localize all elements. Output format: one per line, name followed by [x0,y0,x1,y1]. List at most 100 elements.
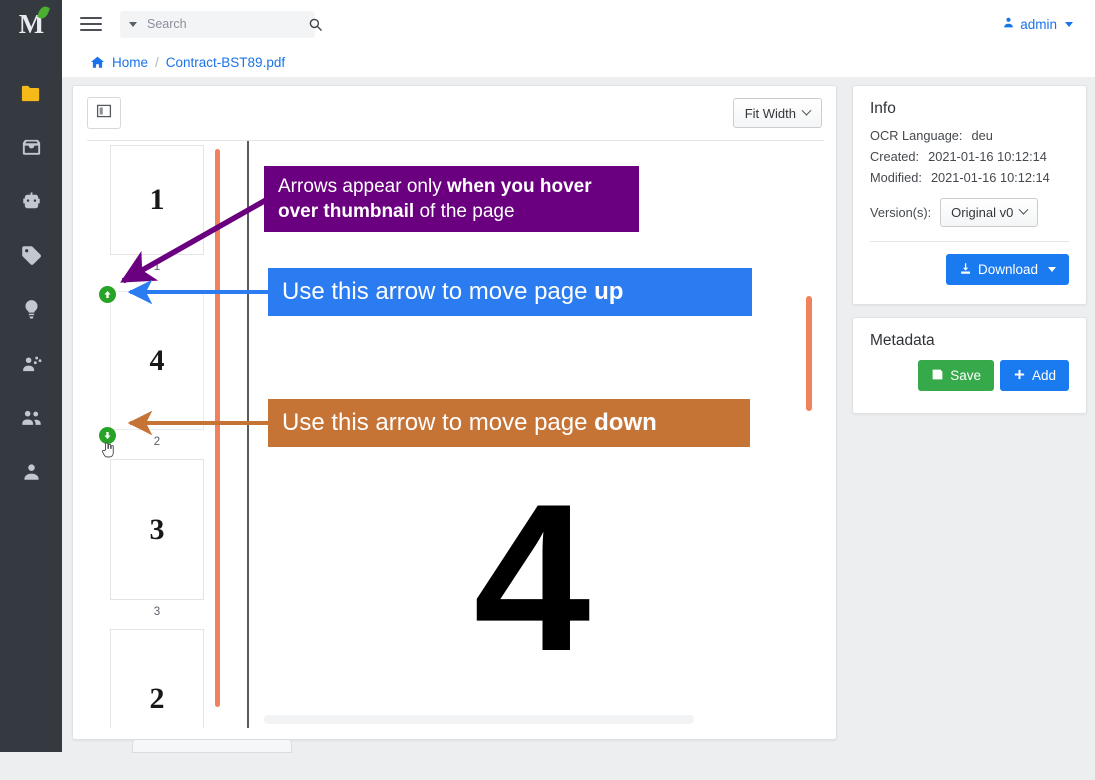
info-value: 2021-01-16 10:12:14 [928,149,1047,164]
sidebar-items [0,66,62,498]
move-up-text-bold: up [594,278,624,305]
sidebar-item-user-groups[interactable] [0,336,62,390]
breadcrumb-separator: / [155,55,159,70]
info-value: deu [971,128,993,143]
caret-down-icon[interactable] [129,21,137,27]
thumbnail-pane: 1 1 4 2 3 3 2 [87,141,249,728]
home-icon[interactable] [90,55,105,70]
document-page-number: 4 [473,460,591,695]
sidebar-toggle-icon [96,103,112,124]
annotation-hover-note: Arrows appear only when you hover over t… [264,166,639,233]
thumbnail-scrollbar[interactable] [215,149,220,707]
chevron-down-icon [1065,21,1073,27]
leaf-icon [36,4,51,21]
move-down-text-plain: Use this arrow to move page [282,409,595,436]
version-value: Original v0 [951,205,1014,220]
sidebar-item-users[interactable] [0,390,62,444]
info-row-modified: Modified: 2021-01-16 10:12:14 [870,170,1086,185]
search-input[interactable] [147,17,308,31]
thumbnail-content: 4 [149,343,165,377]
info-value: 2021-01-16 10:12:14 [930,170,1050,185]
sidebar-item-tags[interactable] [0,228,62,282]
users-cog-icon [20,352,43,375]
chevron-down-icon [1018,204,1029,215]
search-icon[interactable] [308,11,323,38]
zoom-label: Fit Width [744,105,796,121]
hover-note-line1-bold: when you hover [446,176,592,197]
user-solid-icon [20,460,43,483]
add-label: Add [1031,368,1056,383]
move-page-up-button[interactable] [99,286,116,303]
viewer-toolbar: Fit Width [73,86,836,140]
users-icon [20,406,43,429]
breadcrumb-home[interactable]: Home [112,55,148,70]
user-icon [1002,16,1015,32]
lightbulb-icon [20,298,43,321]
info-key: Created: [870,149,920,164]
top-bar: admin [62,0,1095,48]
sidebar-item-smart-links[interactable] [0,282,62,336]
info-row-ocr-language: OCR Language: deu [870,128,1086,143]
zoom-select[interactable]: Fit Width [732,98,822,128]
version-select[interactable]: Original v0 [940,198,1039,227]
download-label: Download [977,262,1038,277]
thumbnail-page-2[interactable]: 4 [110,291,204,430]
save-icon [931,368,944,384]
thumbnail-label-3: 3 [153,606,161,618]
document-horizontal-scrollbar[interactable] [264,715,694,724]
hover-note-line2-plain: of the page [414,201,515,223]
info-row-created: Created: 2021-01-16 10:12:14 [870,149,1086,164]
app-logo[interactable]: M [0,0,62,48]
move-down-text-bold: down [594,409,657,436]
annotation-move-down-note: Use this arrow to move page down [268,399,750,447]
sidebar-item-automation[interactable] [0,174,62,228]
metadata-panel: Metadata Save Add [852,317,1087,414]
download-button-row: Download [853,254,1086,285]
caret-down-icon [1048,267,1056,272]
save-metadata-button[interactable]: Save [918,360,994,391]
robot-icon [20,190,43,213]
user-label: admin [1020,16,1057,32]
thumbnail-label-1: 1 [153,261,161,273]
sidebar-item-account[interactable] [0,444,62,498]
user-menu[interactable]: admin [1002,16,1073,32]
hover-note-line1-plain: Arrows appear only [278,176,447,197]
sidebar-nav: M [0,0,62,752]
folder-icon [20,82,43,105]
thumbnail-page-4[interactable]: 2 [110,629,204,728]
move-up-text-plain: Use this arrow to move page [282,278,595,305]
breadcrumb: Home / Contract-BST89.pdf [62,48,1095,77]
version-label: Version(s): [870,205,932,220]
breadcrumb-current[interactable]: Contract-BST89.pdf [166,55,285,70]
add-metadata-button[interactable]: Add [999,360,1069,391]
hand-pointer-icon [100,441,116,463]
pane-divider[interactable] [247,141,249,728]
sidebar-item-documents[interactable] [0,66,62,120]
metadata-button-row: Save Add [853,360,1086,391]
save-label: Save [950,368,981,383]
document-scrollbar[interactable] [806,296,812,411]
thumbnail-content: 3 [149,512,165,546]
sidebar-toggle-button[interactable] [87,97,121,129]
metadata-panel-title: Metadata [870,332,935,349]
info-panel: Info OCR Language: deu Created: 2021-01-… [852,85,1087,305]
info-key: Modified: [870,170,922,185]
thumbnail-page-1[interactable]: 1 [110,145,204,255]
info-key: OCR Language: [870,128,963,143]
search-box[interactable] [120,10,322,38]
thumbnail-page-3[interactable]: 3 [110,459,204,600]
hamburger-icon[interactable] [80,13,102,35]
tag-icon [20,244,43,267]
download-button[interactable]: Download [945,254,1069,285]
sidebar-item-inbox[interactable] [0,120,62,174]
version-row: Version(s): Original v0 [870,198,1086,227]
hover-note-line2-bold: over thumbnail [278,201,415,223]
chevron-down-icon [801,105,812,116]
plus-icon [1013,368,1026,384]
download-status-bar[interactable] [132,739,292,753]
info-divider [870,241,1069,242]
thumbnail-content: 1 [149,183,165,216]
info-panel-title: Info [870,100,896,117]
download-icon [959,262,972,278]
app-root: M Search admin Home / Contract-BST89.pdf… [0,0,1095,780]
